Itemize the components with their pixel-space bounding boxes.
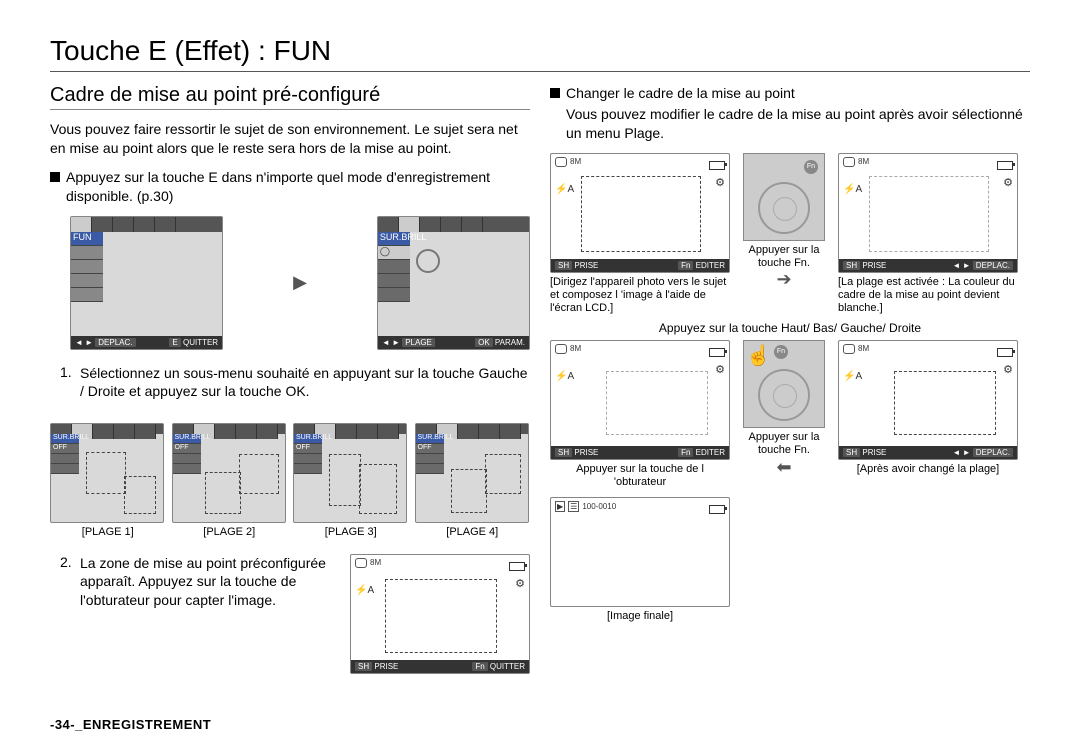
bullet-e-instruction: Appuyez sur la touche E dans n'importe q…	[50, 168, 530, 216]
page-title: Touche E (Effet) : FUN	[50, 35, 1030, 72]
hand-press-icon: ☝	[746, 343, 771, 368]
step2-lcd: 8M ⚙ ⚡A SH PRISE Fn QUITTER	[350, 554, 530, 674]
lcd-final-image: ▶ ☰ 100-0010	[550, 497, 730, 607]
right-bullet-title: Changer le cadre de la mise au point	[566, 84, 1030, 103]
arrow-right-icon: ➔	[736, 270, 832, 288]
step1-text: Sélectionnez un sous-menu souhaité en ap…	[80, 364, 530, 402]
cap-active: [La plage est activée : La couleur du ca…	[838, 276, 1018, 316]
arrow-left-icon: ⬅	[736, 457, 832, 478]
step1-number: 1.	[60, 364, 74, 412]
fun-label: FUN	[71, 232, 103, 246]
plage1-label: [PLAGE 1]	[50, 526, 166, 539]
camera-back-photo-2: Fn ☝	[743, 340, 825, 428]
lcd-tabs	[71, 217, 222, 232]
plage2-thumb: SUR.BRILL OFF	[172, 423, 286, 523]
lcd-active-frame: 8M ⚙ ⚡A SH PRISE ◄ ► DEPLAC.	[838, 153, 1018, 273]
page-footer: -34-_ENREGISTREMENT	[50, 717, 211, 732]
lcd-shifted-frame: 8M ⚙ ⚡A SH PRISE Fn EDITER	[550, 340, 730, 460]
cap-shutter: Appuyer sur la touche de l 'obturateur	[550, 463, 730, 489]
step2-text: La zone de mise au point préconfigurée a…	[80, 554, 338, 611]
arrow-right-icon: ▶	[293, 272, 307, 293]
camera-back-photo-1: Fn	[743, 153, 825, 241]
lcd-menu-surbrill: SUR.BRILL ◯ ◄ ► PLAGE OK PARAM.	[377, 216, 530, 350]
left-column: Cadre de mise au point pré-configuré Vou…	[50, 78, 530, 674]
step2-number: 2.	[60, 554, 74, 621]
plage4-label: [PLAGE 4]	[415, 526, 531, 539]
plage3-thumb: SUR.BRILL OFF	[293, 423, 407, 523]
image-id: 100-0010	[582, 502, 616, 511]
plage4-thumb: SUR.BRILL OFF	[415, 423, 529, 523]
hint-directions: Appuyez sur la touche Haut/ Bas/ Gauche/…	[550, 321, 1030, 335]
section-heading: Cadre de mise au point pré-configuré	[50, 84, 530, 110]
cap-fn-1: Appuyer sur la touche Fn.	[736, 244, 832, 270]
lcd-after-change: 8M ⚙ ⚡A SH PRISE ◄ ► DEPLAC.	[838, 340, 1018, 460]
plage2-label: [PLAGE 2]	[172, 526, 288, 539]
lcd-compose: 8M ⚙ ⚡A SH PRISE Fn EDITER	[550, 153, 730, 273]
plage1-thumb: SUR.BRILL OFF	[50, 423, 164, 523]
plage-row: SUR.BRILL OFF [PLAGE 1]	[50, 423, 530, 539]
fn-button-icon: Fn	[804, 160, 818, 174]
cap-after-change: [Après avoir changé la plage]	[838, 463, 1018, 476]
fn-button-icon: Fn	[774, 345, 788, 359]
cap-fn-2: Appuyer sur la touche Fn.	[736, 431, 832, 457]
intro-text: Vous pouvez faire ressortir le sujet de …	[50, 120, 530, 158]
lcd-menu-fun: FUN ◄ ► DEPLAC. E QUITTER	[70, 216, 223, 350]
right-column: Changer le cadre de la mise au point Vou…	[550, 78, 1030, 674]
plage3-label: [PLAGE 3]	[293, 526, 409, 539]
cap-final: [Image finale]	[550, 610, 730, 623]
right-bullet-text: Vous pouvez modifier le cadre de la mise…	[566, 105, 1030, 143]
cap-compose: [Dirigez l'appareil photo vers le sujet …	[550, 276, 730, 316]
